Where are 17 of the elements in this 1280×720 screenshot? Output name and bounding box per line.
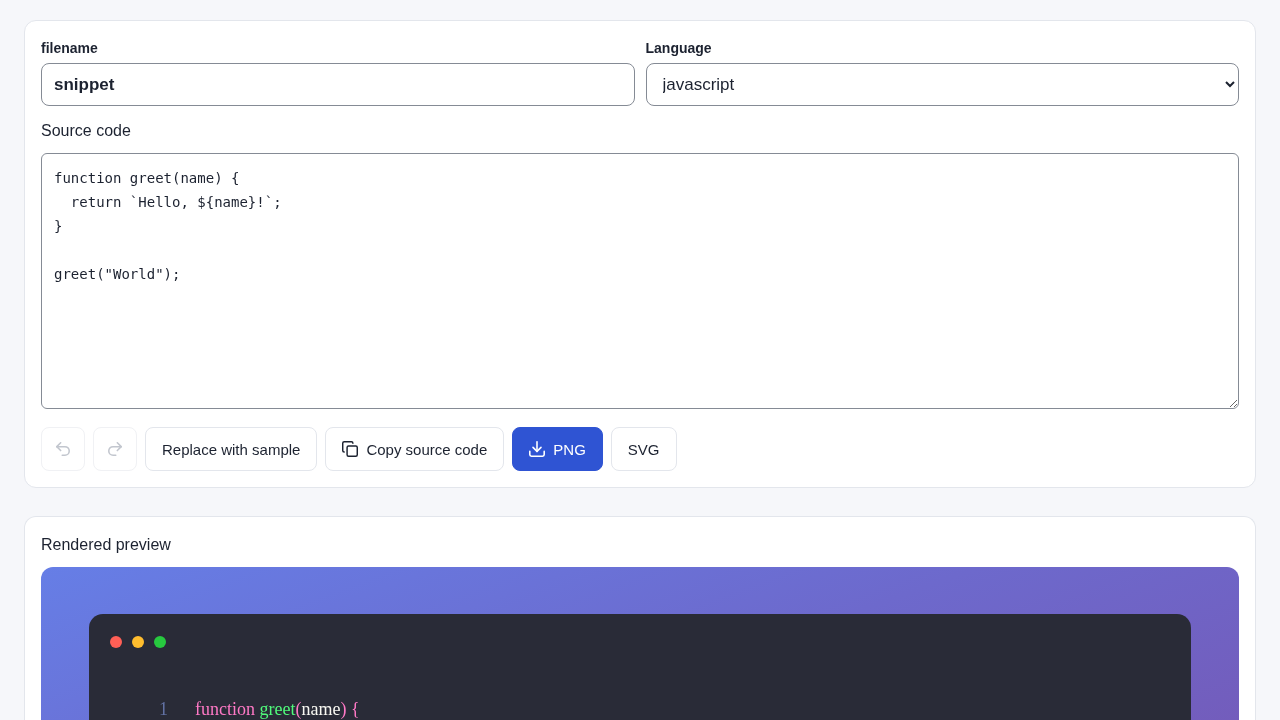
- line-number: 1: [159, 700, 169, 718]
- download-button[interactable]: PNG: [512, 427, 603, 471]
- language-label: Language: [645, 39, 712, 58]
- filename-input[interactable]: snippet: [41, 63, 635, 106]
- undo-icon: [56, 442, 70, 456]
- copy-button[interactable]: Copy source code: [325, 427, 505, 471]
- code-line: function greet(name) {: [195, 700, 360, 718]
- copy-icon: [342, 441, 359, 457]
- source-code-field[interactable]: function greet(name) { return `Hello, ${name}!`; } greet("World");: [41, 153, 1239, 409]
- source-code-label: Source code: [41, 121, 131, 141]
- language-select[interactable]: javascript: [645, 63, 1239, 106]
- text-button[interactable]: SVG: [610, 427, 677, 471]
- filename-label: filename: [41, 39, 98, 58]
- download-icon: [529, 441, 546, 457]
- preview-title: Rendered preview: [41, 535, 171, 555]
- text-button[interactable]: Replace with sample: [145, 427, 318, 471]
- redo-icon: [108, 442, 122, 456]
